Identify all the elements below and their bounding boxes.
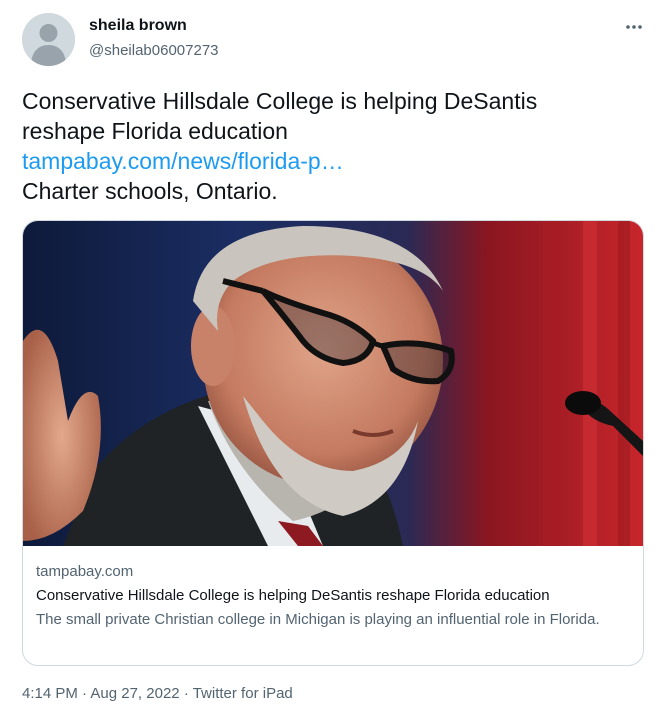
tweet-text-line: Charter schools, Ontario. [22, 178, 278, 204]
separator: · [82, 685, 88, 702]
card-meta: tampabay.com Conservative Hillsdale Coll… [36, 562, 632, 630]
tweet: sheila brown @sheilab06007273 Conservati… [0, 0, 662, 716]
tweet-time[interactable]: 4:14 PM [22, 685, 78, 702]
more-options-button[interactable] [623, 16, 645, 38]
tweet-text-line: Conservative Hillsdale College is helpin… [22, 88, 538, 114]
card-title: Conservative Hillsdale College is helpin… [36, 587, 550, 604]
tweet-source[interactable]: Twitter for iPad [193, 685, 293, 702]
author-handle[interactable]: @sheilab06007273 [89, 42, 219, 59]
link-preview-card[interactable]: tampabay.com Conservative Hillsdale Coll… [22, 220, 644, 666]
tweet-text-line: reshape Florida education [22, 118, 288, 144]
card-photo [23, 221, 643, 546]
separator: · [183, 685, 189, 702]
default-profile-icon [22, 13, 75, 66]
tweet-date[interactable]: Aug 27, 2022 [90, 685, 179, 702]
card-description: The small private Christian college in M… [36, 611, 600, 628]
author-name[interactable]: sheila brown [89, 17, 187, 35]
tweet-footer: 4:14 PM · Aug 27, 2022 · Twitter for iPa… [22, 685, 293, 702]
more-options-icon [626, 25, 642, 29]
card-image[interactable] [23, 221, 643, 546]
avatar[interactable] [22, 13, 75, 66]
tweet-link[interactable]: tampabay.com/news/florida-p… [22, 148, 344, 174]
card-domain: tampabay.com [36, 563, 134, 580]
tweet-text: Conservative Hillsdale College is helpin… [22, 86, 642, 206]
